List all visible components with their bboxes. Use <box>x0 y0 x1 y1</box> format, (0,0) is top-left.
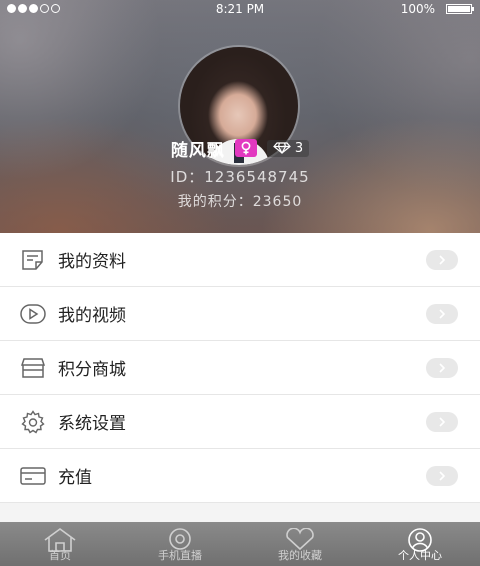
diamond-icon <box>273 142 291 154</box>
menu-item-videos[interactable]: 我的视频 <box>0 287 480 341</box>
store-icon <box>20 355 46 381</box>
diamond-badge: 3 <box>266 139 310 157</box>
profile-header: 8:21 PM 100% 随风飘 3 ID：1236548745 我的积分：23… <box>0 0 480 233</box>
live-icon <box>169 528 191 550</box>
battery-percentage: 100% <box>400 2 435 16</box>
card-icon <box>20 463 46 489</box>
diamond-count: 3 <box>294 140 304 156</box>
menu-item-label: 我的视频 <box>58 306 126 326</box>
user-name: 随风飘 <box>170 140 225 161</box>
chevron-right-icon <box>426 357 458 378</box>
user-id: ID：1236548745 <box>170 168 310 186</box>
tab-bar: 首页 手机直播 我的收藏 个人中心 <box>0 522 480 566</box>
chevron-right-icon <box>426 465 458 486</box>
heart-icon <box>286 528 314 550</box>
chevron-right-icon <box>426 303 458 324</box>
menu-item-store[interactable]: 积分商城 <box>0 341 480 395</box>
tab-home[interactable]: 首页 <box>0 522 120 566</box>
menu-item-label: 我的资料 <box>58 252 126 272</box>
chevron-right-icon <box>426 411 458 432</box>
menu-list: 我的资料 我的视频 积分商城 系统设置 充值 <box>0 233 480 503</box>
user-points: 我的积分：23650 <box>177 194 303 210</box>
menu-item-settings[interactable]: 系统设置 <box>0 395 480 449</box>
user-icon <box>408 528 432 552</box>
gear-icon <box>20 409 46 435</box>
tab-profile[interactable]: 个人中心 <box>360 522 480 566</box>
menu-item-recharge[interactable]: 充值 <box>0 449 480 503</box>
profile-doc-icon <box>20 247 46 273</box>
video-play-icon <box>20 301 46 327</box>
menu-item-label: 系统设置 <box>58 414 126 434</box>
menu-item-profile[interactable]: 我的资料 <box>0 233 480 287</box>
tab-live[interactable]: 手机直播 <box>120 522 240 566</box>
female-icon <box>234 139 257 157</box>
chevron-right-icon <box>426 249 458 270</box>
home-icon <box>44 528 76 552</box>
battery-icon <box>446 4 474 14</box>
menu-item-label: 积分商城 <box>58 360 126 380</box>
menu-item-label: 充值 <box>58 468 92 488</box>
name-row: 随风飘 3 <box>0 137 480 161</box>
status-bar: 8:21 PM 100% <box>0 0 480 18</box>
tab-favorites[interactable]: 我的收藏 <box>240 522 360 566</box>
